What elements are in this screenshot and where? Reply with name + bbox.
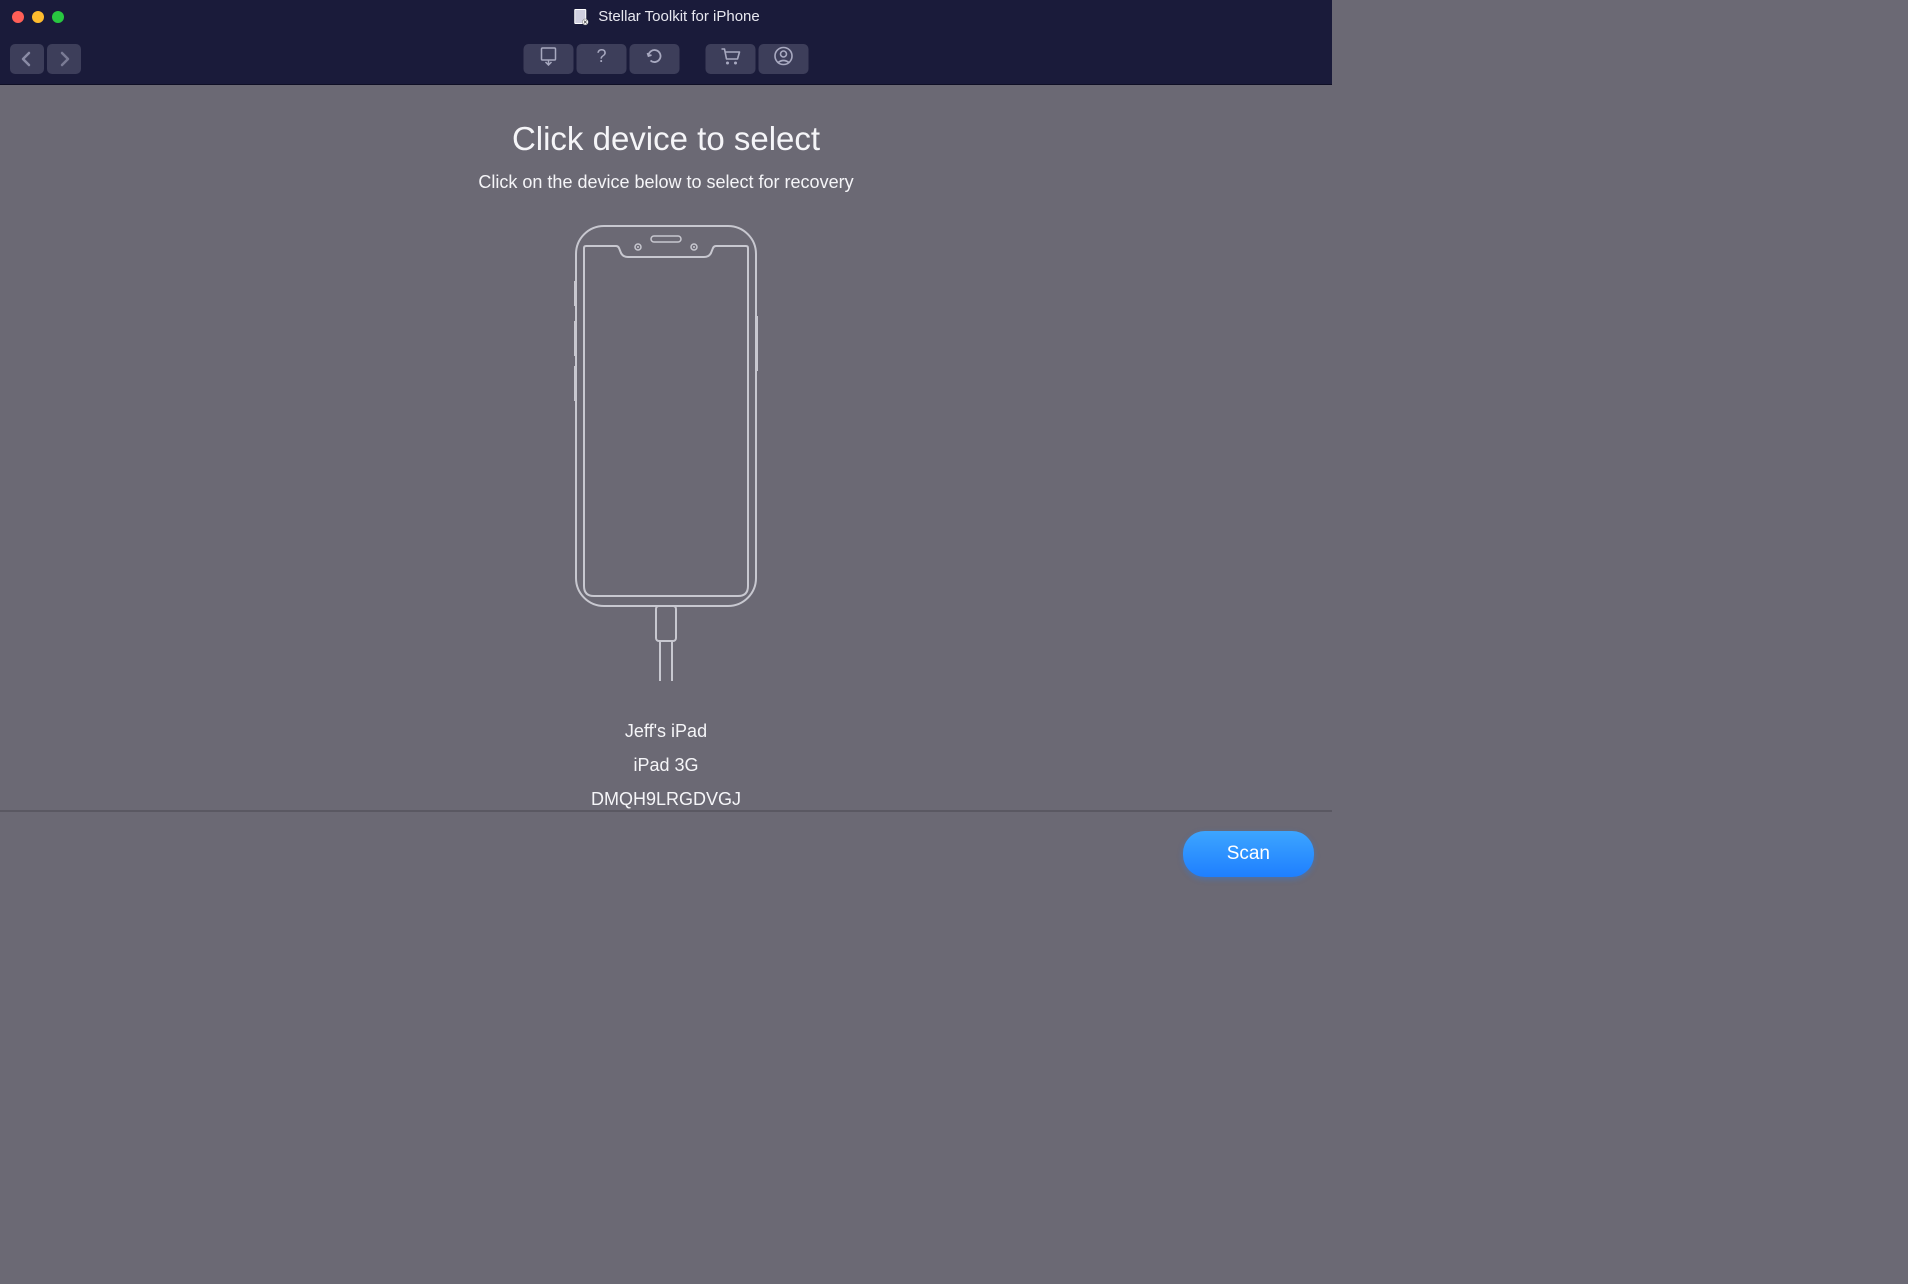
refresh-button[interactable] bbox=[630, 44, 680, 74]
page-heading: Click device to select bbox=[512, 120, 820, 158]
window-controls bbox=[12, 11, 64, 23]
svg-text:?: ? bbox=[596, 46, 606, 66]
back-button[interactable] bbox=[10, 44, 44, 74]
window-title-text: Stellar Toolkit for iPhone bbox=[598, 8, 759, 25]
footer: Scan bbox=[0, 810, 1332, 896]
main-content: Click device to select Click on the devi… bbox=[0, 85, 1332, 810]
user-icon bbox=[774, 46, 794, 71]
toolbar-center: ? bbox=[524, 44, 809, 74]
device-card[interactable]: Jeff's iPad iPad 3G DMQH9LRGDVGJ bbox=[566, 221, 766, 817]
device-info: Jeff's iPad iPad 3G DMQH9LRGDVGJ bbox=[591, 714, 741, 817]
phone-outline-icon bbox=[566, 221, 766, 696]
account-button[interactable] bbox=[759, 44, 809, 74]
toolbar: ? bbox=[0, 33, 1332, 85]
device-model: iPad 3G bbox=[591, 748, 741, 782]
page-subheading: Click on the device below to select for … bbox=[478, 172, 853, 193]
window-title: Stellar Toolkit for iPhone bbox=[572, 8, 759, 26]
nav-group bbox=[10, 44, 81, 74]
maximize-window-button[interactable] bbox=[52, 11, 64, 23]
cart-icon bbox=[720, 46, 742, 71]
question-icon: ? bbox=[592, 46, 612, 71]
app-icon bbox=[572, 8, 590, 26]
save-icon bbox=[539, 46, 559, 71]
device-serial: DMQH9LRGDVGJ bbox=[591, 782, 741, 816]
close-window-button[interactable] bbox=[12, 11, 24, 23]
forward-button[interactable] bbox=[47, 44, 81, 74]
minimize-window-button[interactable] bbox=[32, 11, 44, 23]
save-button[interactable] bbox=[524, 44, 574, 74]
help-button[interactable]: ? bbox=[577, 44, 627, 74]
device-name: Jeff's iPad bbox=[591, 714, 741, 748]
cart-button[interactable] bbox=[706, 44, 756, 74]
scan-button[interactable]: Scan bbox=[1183, 831, 1314, 877]
titlebar: Stellar Toolkit for iPhone bbox=[0, 0, 1332, 33]
refresh-icon bbox=[645, 46, 665, 71]
